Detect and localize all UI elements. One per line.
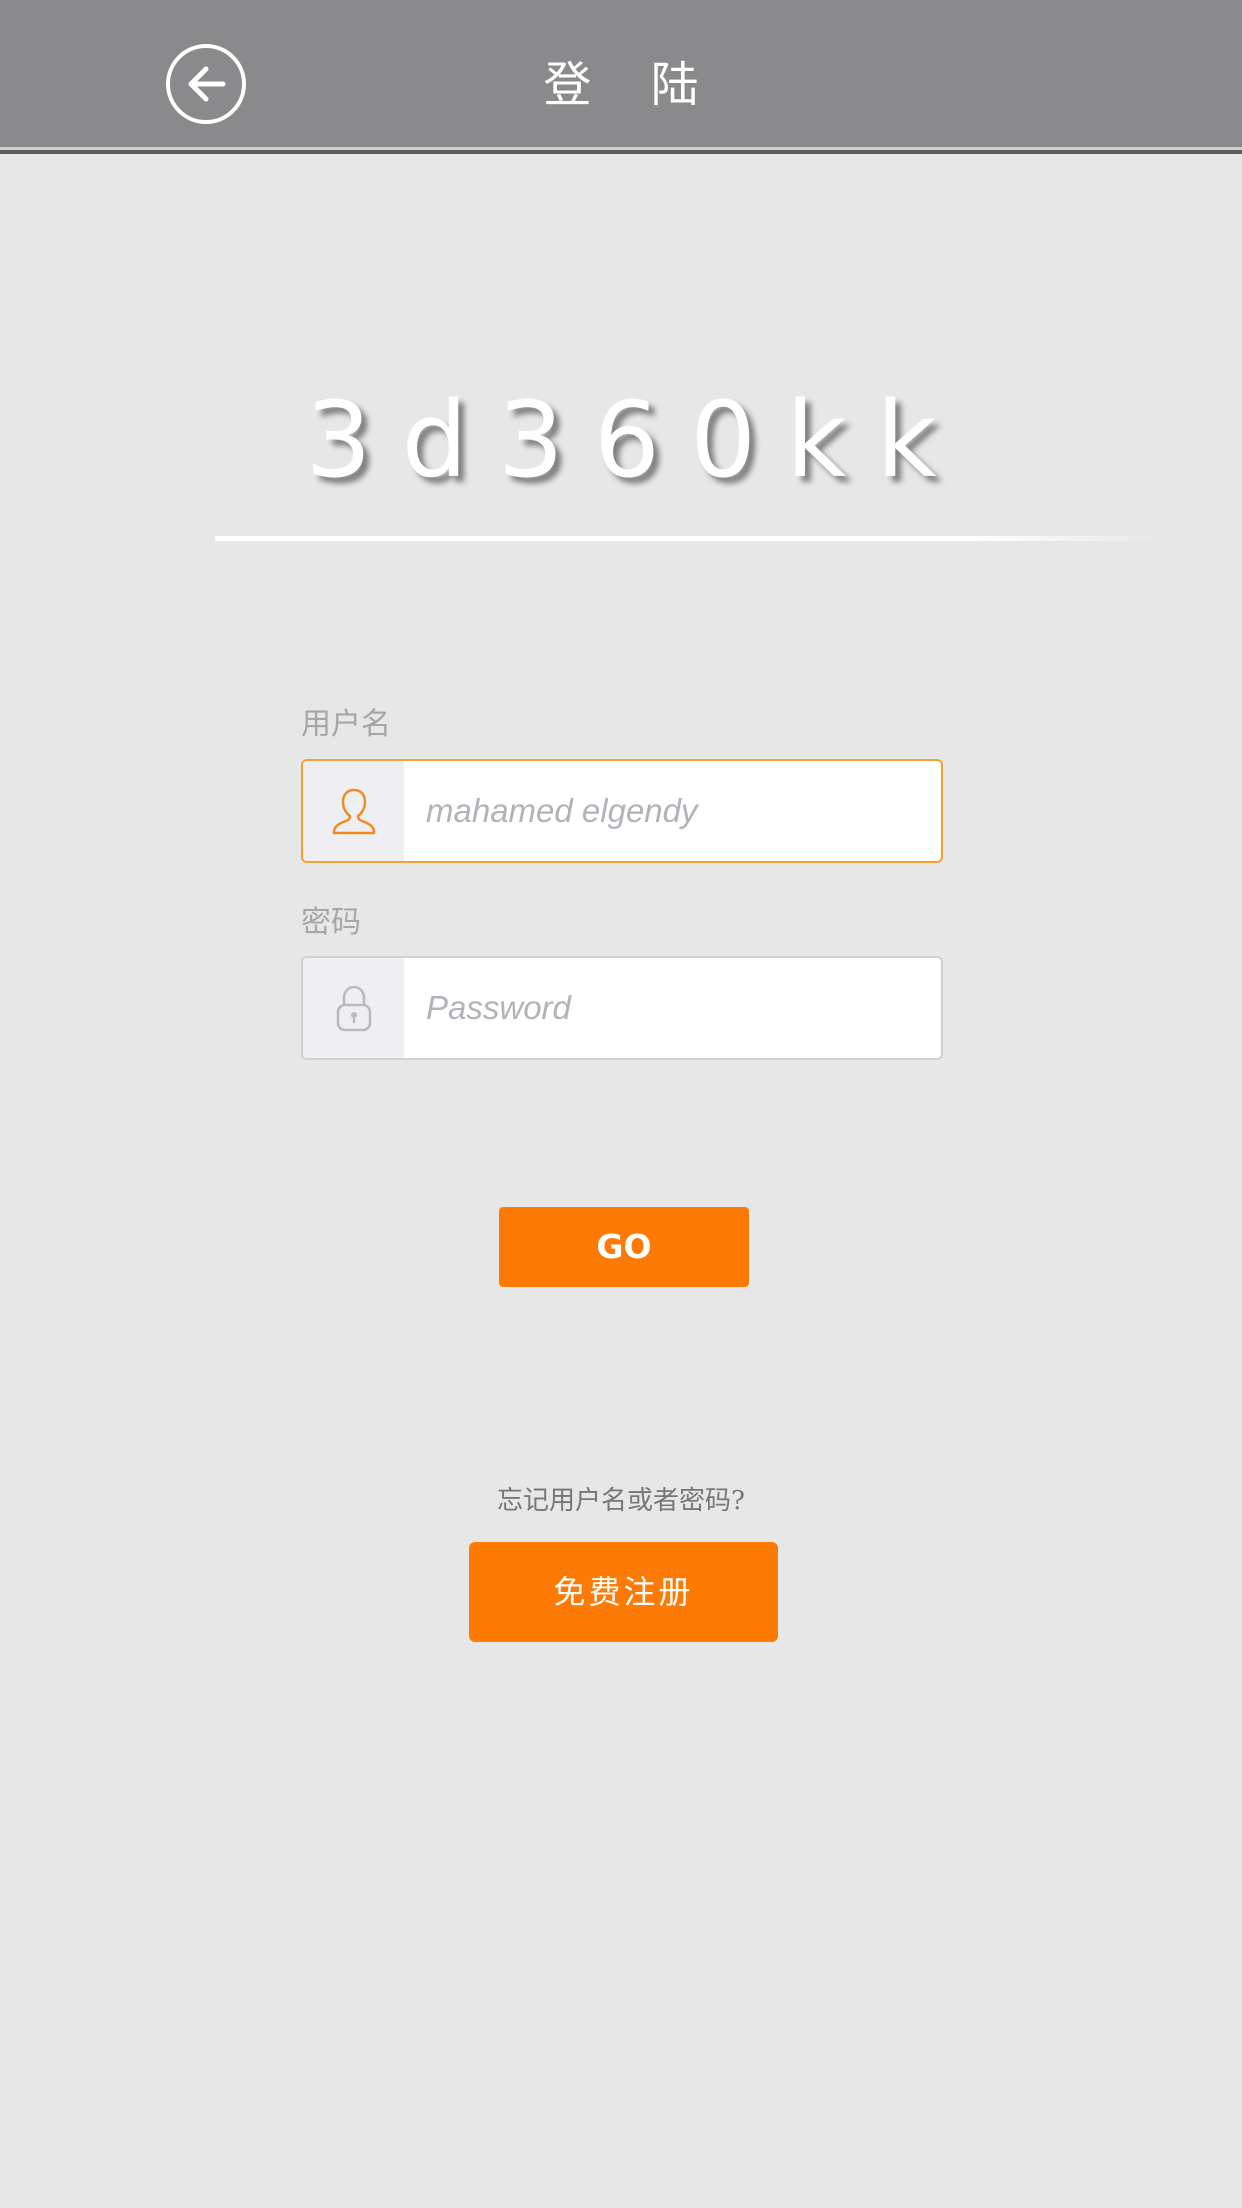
password-label: 密码 [301, 905, 361, 940]
top-bar: 登 陆 [0, 0, 1242, 154]
brand-logo-text: 3d360kk [305, 379, 967, 501]
password-field[interactable] [301, 956, 943, 1060]
user-icon [332, 788, 376, 835]
logo-divider [215, 536, 1165, 541]
login-submit-button[interactable]: GO [499, 1207, 749, 1287]
username-icon-box [303, 761, 404, 861]
forgot-credentials-link[interactable]: 忘记用户名或者密码? [0, 1481, 1242, 1521]
page-title: 登 陆 [543, 57, 721, 113]
lock-icon [336, 985, 372, 1032]
username-label: 用户名 [301, 707, 391, 742]
username-field[interactable] [301, 759, 943, 863]
username-input[interactable] [404, 761, 941, 861]
free-register-button[interactable]: 免费注册 [469, 1542, 778, 1642]
password-input[interactable] [404, 958, 941, 1058]
password-icon-box [303, 958, 404, 1058]
